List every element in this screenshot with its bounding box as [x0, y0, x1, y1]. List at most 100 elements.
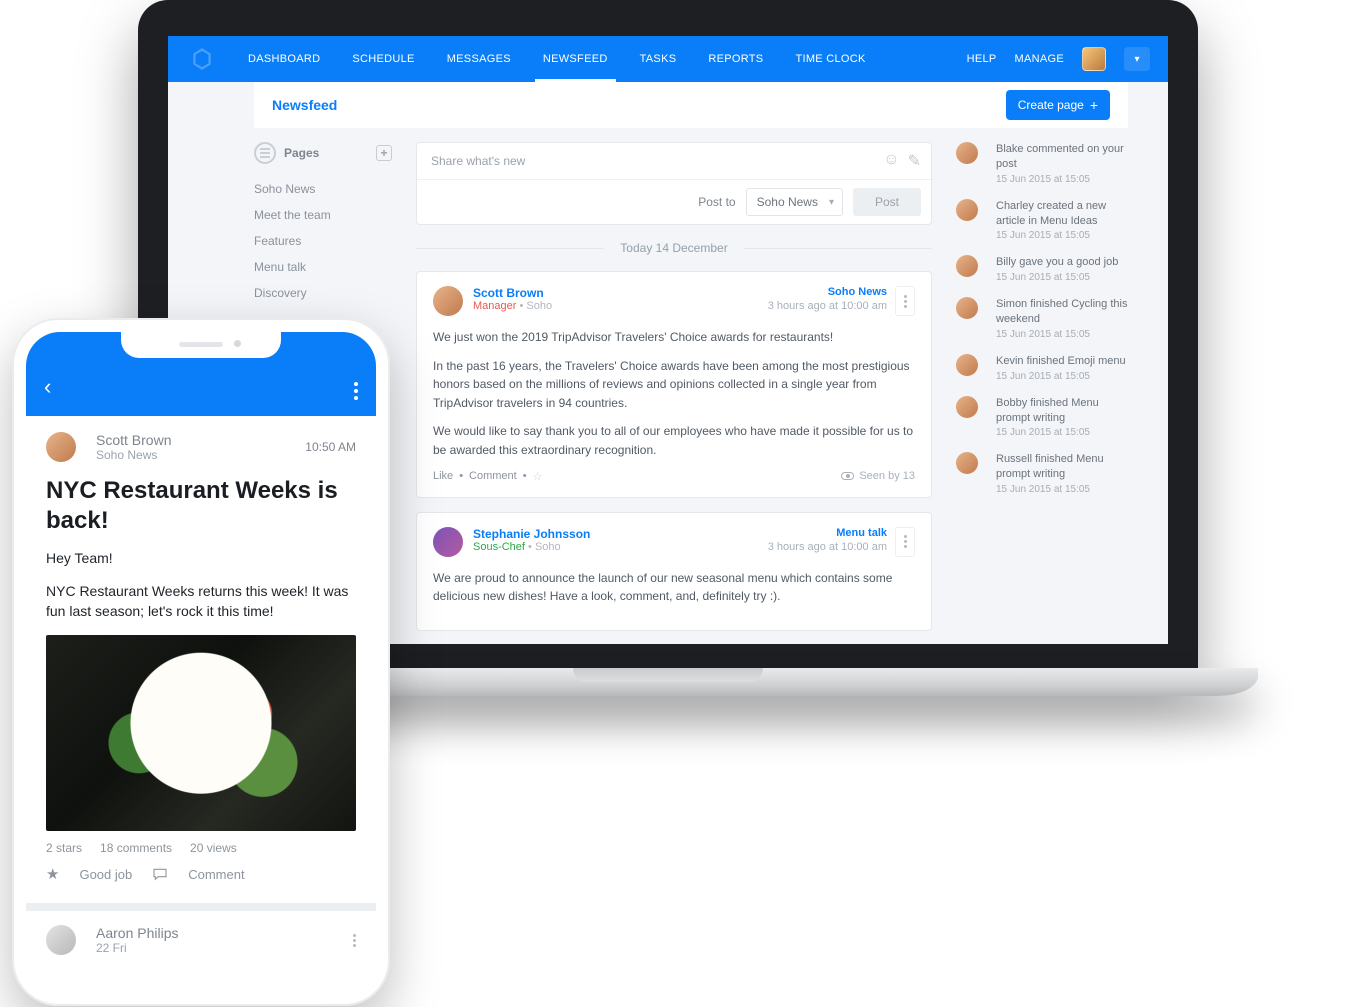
activity-item[interactable]: Simon finished Cycling this weekend15 Ju…: [956, 297, 1128, 340]
sidebar-item-meet-team[interactable]: Meet the team: [254, 202, 392, 228]
nav-newsfeed[interactable]: NEWSFEED: [527, 36, 624, 82]
post-author-avatar[interactable]: [433, 286, 463, 316]
attachment-icon[interactable]: ✎: [908, 151, 921, 171]
star-icon[interactable]: ★: [46, 865, 59, 883]
post-time: 3 hours ago at 10:00 am: [768, 300, 887, 312]
post-category[interactable]: Soho News: [768, 286, 887, 298]
mobile-author-name[interactable]: Scott Brown: [96, 432, 171, 448]
chevron-down-icon: ▾: [1134, 54, 1139, 65]
activity-avatar: [956, 199, 978, 221]
mobile-post-image[interactable]: [46, 635, 356, 831]
sidebar-item-soho-news[interactable]: Soho News: [254, 176, 392, 202]
activity-time: 15 Jun 2015 at 15:05: [996, 329, 1128, 340]
post-author-name[interactable]: Stephanie Johnsson: [473, 527, 590, 541]
post-to-select[interactable]: Soho News: [746, 188, 843, 216]
mobile-post-preview[interactable]: Aaron Philips 22 Fri: [26, 911, 376, 969]
star-icon[interactable]: ☆: [533, 470, 543, 483]
post-menu-button[interactable]: [895, 527, 915, 557]
app-logo: [180, 36, 224, 82]
eye-icon: [841, 472, 854, 480]
post-category[interactable]: Menu talk: [768, 527, 887, 539]
activity-text: Billy gave you a good job: [996, 255, 1118, 270]
post-author-name[interactable]: Scott Brown: [473, 286, 552, 300]
composer-input[interactable]: [417, 143, 883, 179]
mobile-post-paragraph: NYC Restaurant Weeks returns this week! …: [46, 582, 356, 621]
plus-icon: +: [1090, 98, 1098, 112]
activity-text: Kevin finished Emoji menu: [996, 354, 1126, 369]
activity-time: 15 Jun 2015 at 15:05: [996, 272, 1118, 283]
comment-action[interactable]: Comment: [188, 867, 244, 882]
post-paragraph: We would like to say thank you to all of…: [433, 422, 915, 459]
activity-item[interactable]: Blake commented on your post15 Jun 2015 …: [956, 142, 1128, 185]
mobile-author-avatar: [46, 925, 76, 955]
seen-count: Seen by 13: [841, 470, 915, 482]
activity-item[interactable]: Bobby finished Menu prompt writing15 Jun…: [956, 396, 1128, 439]
comment-action[interactable]: Comment: [469, 470, 517, 482]
comment-icon: [152, 867, 168, 881]
nav-schedule[interactable]: SCHEDULE: [336, 36, 430, 82]
post-menu-button[interactable]: [895, 286, 915, 316]
mobile-post-menu[interactable]: [353, 934, 356, 947]
nav-help[interactable]: HELP: [967, 36, 997, 82]
views-stat: 20 views: [190, 841, 237, 855]
mobile-author-avatar[interactable]: [46, 432, 76, 462]
mobile-menu-button[interactable]: [354, 382, 358, 400]
comments-stat: 18 comments: [100, 841, 172, 855]
activity-item[interactable]: Charley created a new article in Menu Id…: [956, 199, 1128, 242]
post-paragraph: In the past 16 years, the Travelers' Cho…: [433, 357, 915, 413]
activity-avatar: [956, 452, 978, 474]
activity-item[interactable]: Russell finished Menu prompt writing 15 J…: [956, 452, 1128, 495]
mobile-post-greeting: Hey Team!: [46, 550, 356, 566]
activity-rail: Blake commented on your post15 Jun 2015 …: [956, 142, 1128, 644]
stars-stat: 2 stars: [46, 841, 82, 855]
feed-post: Scott Brown Manager • Soho Soho News 3 h…: [416, 271, 932, 498]
like-action[interactable]: Like: [433, 470, 453, 482]
mobile-post-category: Soho News: [96, 448, 171, 462]
sidebar-item-features[interactable]: Features: [254, 228, 392, 254]
create-page-button[interactable]: Create page +: [1006, 90, 1110, 120]
page-title: Newsfeed: [272, 97, 337, 113]
mobile-post: Scott Brown Soho News 10:50 AM NYC Resta…: [26, 416, 376, 893]
post-button[interactable]: Post: [853, 188, 921, 216]
nav-dashboard[interactable]: DASHBOARD: [232, 36, 336, 82]
user-avatar[interactable]: [1082, 47, 1106, 71]
emoji-icon[interactable]: ☺: [883, 151, 899, 171]
create-page-label: Create page: [1018, 98, 1084, 112]
activity-text: Charley created a new article in Menu Id…: [996, 199, 1128, 229]
activity-time: 15 Jun 2015 at 15:05: [996, 174, 1128, 185]
nav-timeclock[interactable]: TIME CLOCK: [779, 36, 881, 82]
post-to-label: Post to: [698, 195, 735, 209]
back-icon[interactable]: ‹: [44, 374, 51, 400]
feed-post: Stephanie Johnsson Sous-Chef • Soho Menu…: [416, 512, 932, 631]
nav-messages[interactable]: MESSAGES: [431, 36, 527, 82]
post-author-avatar[interactable]: [433, 527, 463, 557]
mobile-post-date: 22 Fri: [96, 941, 179, 955]
activity-avatar: [956, 297, 978, 319]
mobile-author-name: Aaron Philips: [96, 925, 179, 941]
activity-item[interactable]: Billy gave you a good job 15 Jun 2015 at …: [956, 255, 1128, 283]
activity-text: Bobby finished Menu prompt writing: [996, 396, 1128, 426]
activity-time: 15 Jun 2015 at 15:05: [996, 371, 1126, 382]
post-author-role: Manager • Soho: [473, 300, 552, 312]
nav-tasks[interactable]: TASKS: [624, 36, 693, 82]
activity-time: 15 Jun 2015 at 15:05: [996, 427, 1128, 438]
nav-manage[interactable]: MANAGE: [1015, 36, 1064, 82]
activity-text: Russell finished Menu prompt writing: [996, 452, 1128, 482]
sidebar-item-menu-talk[interactable]: Menu talk: [254, 254, 392, 280]
pages-heading: Pages: [284, 146, 319, 160]
activity-avatar: [956, 255, 978, 277]
mobile-divider: [26, 903, 376, 911]
activity-time: 15 Jun 2015 at 15:05: [996, 484, 1128, 495]
post-paragraph: We just won the 2019 TripAdvisor Travele…: [433, 328, 915, 347]
sidebar-item-discovery[interactable]: Discovery: [254, 280, 392, 306]
mobile-post-title: NYC Restaurant Weeks is back!: [46, 476, 356, 536]
add-page-button[interactable]: +: [376, 145, 392, 161]
post-paragraph: We are proud to announce the launch of o…: [433, 569, 915, 606]
post-time: 3 hours ago at 10:00 am: [768, 541, 887, 553]
date-divider: Today 14 December: [416, 241, 932, 255]
activity-item[interactable]: Kevin finished Emoji menu 15 Jun 2015 at …: [956, 354, 1128, 382]
activity-avatar: [956, 396, 978, 418]
user-menu-dropdown[interactable]: ▾: [1124, 47, 1150, 71]
good-job-action[interactable]: Good job: [79, 867, 132, 882]
nav-reports[interactable]: REPORTS: [692, 36, 779, 82]
